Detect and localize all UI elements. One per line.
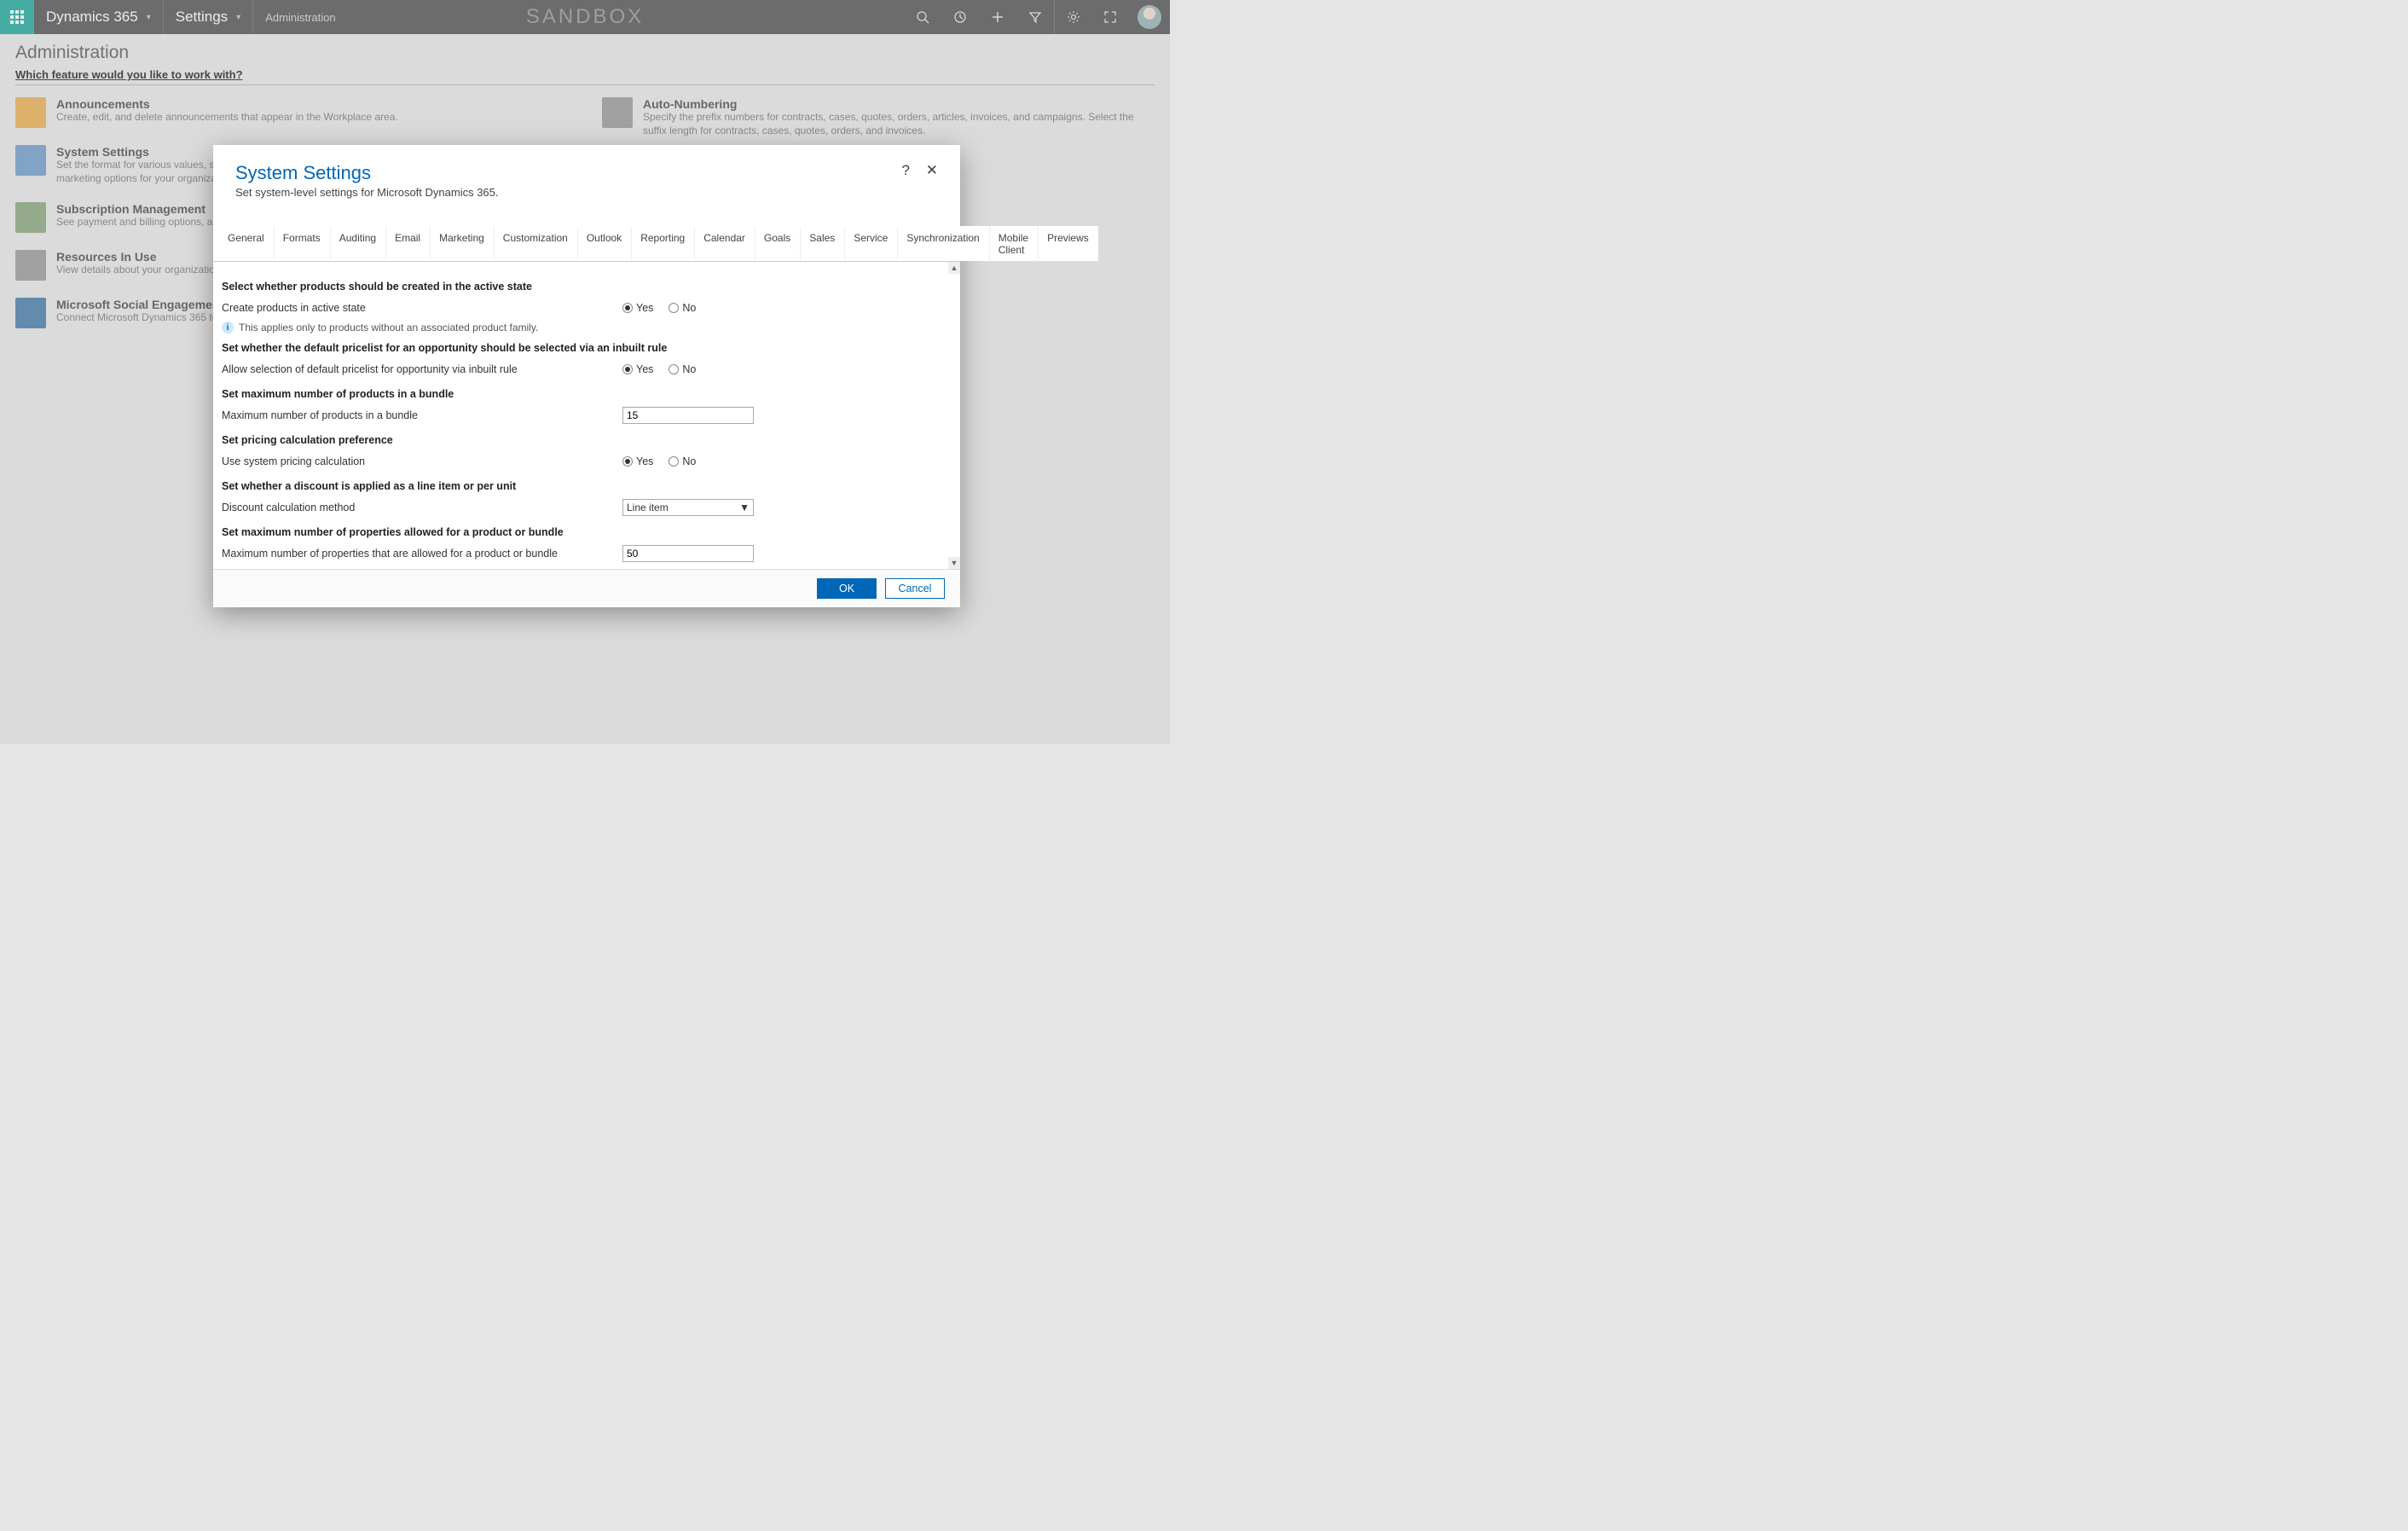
max-properties-input[interactable] xyxy=(622,545,754,562)
radio-no[interactable]: No xyxy=(669,302,696,314)
dialog-tabs: GeneralFormatsAuditingEmailMarketingCust… xyxy=(213,226,960,262)
setting-label: Maximum number of products in a bundle xyxy=(222,409,622,421)
tab-email[interactable]: Email xyxy=(385,226,430,261)
scroll-up[interactable]: ▲ xyxy=(948,262,960,274)
dialog-scroll[interactable]: Select whether products should be create… xyxy=(213,262,948,569)
tab-previews[interactable]: Previews xyxy=(1038,226,1098,261)
tab-goals[interactable]: Goals xyxy=(755,226,800,261)
setting-label: Discount calculation method xyxy=(222,502,622,513)
tab-service[interactable]: Service xyxy=(844,226,897,261)
radio-no[interactable]: No xyxy=(669,363,696,375)
ok-button[interactable]: OK xyxy=(817,578,877,599)
tab-calendar[interactable]: Calendar xyxy=(694,226,755,261)
dialog-header: System Settings Set system-level setting… xyxy=(213,145,960,211)
dialog-body: ▲ Select whether products should be crea… xyxy=(213,262,960,569)
tab-outlook[interactable]: Outlook xyxy=(577,226,631,261)
section-heading: Set pricing calculation preference xyxy=(222,434,940,446)
tab-auditing[interactable]: Auditing xyxy=(330,226,385,261)
radio-no[interactable]: No xyxy=(669,455,696,467)
system-settings-dialog: System Settings Set system-level setting… xyxy=(213,145,960,607)
tab-formats[interactable]: Formats xyxy=(274,226,330,261)
discount-method-select[interactable]: Line item ▼ xyxy=(622,499,754,516)
section-heading: Set maximum number of properties allowed… xyxy=(222,526,940,538)
cancel-button[interactable]: Cancel xyxy=(885,578,945,599)
dialog-footer: OK Cancel xyxy=(213,569,960,607)
setting-label: Maximum number of properties that are al… xyxy=(222,548,622,560)
radio-yes[interactable]: Yes xyxy=(622,302,653,314)
section-heading: Set whether a discount is applied as a l… xyxy=(222,480,940,492)
max-products-input[interactable] xyxy=(622,407,754,424)
dialog-title: System Settings xyxy=(235,162,890,184)
tab-customization[interactable]: Customization xyxy=(494,226,577,261)
scroll-down[interactable]: ▼ xyxy=(948,557,960,569)
tab-reporting[interactable]: Reporting xyxy=(631,226,694,261)
radio-yes[interactable]: Yes xyxy=(622,455,653,467)
info-note: i This applies only to products without … xyxy=(222,322,940,333)
tab-general[interactable]: General xyxy=(218,226,274,261)
dialog-subtitle: Set system-level settings for Microsoft … xyxy=(235,186,890,199)
tab-sales[interactable]: Sales xyxy=(800,226,844,261)
section-heading: Set whether the default pricelist for an… xyxy=(222,342,940,354)
tab-synchronization[interactable]: Synchronization xyxy=(897,226,988,261)
setting-label: Allow selection of default pricelist for… xyxy=(222,363,622,375)
setting-label: Use system pricing calculation xyxy=(222,455,622,467)
section-heading: Select whether products should be create… xyxy=(222,281,940,293)
help-icon[interactable]: ? xyxy=(902,162,910,178)
radio-yes[interactable]: Yes xyxy=(622,363,653,375)
tab-marketing[interactable]: Marketing xyxy=(430,226,494,261)
chevron-down-icon: ▼ xyxy=(739,502,750,513)
info-icon: i xyxy=(222,322,234,333)
tab-mobile-client[interactable]: Mobile Client xyxy=(989,226,1038,261)
close-icon[interactable]: ✕ xyxy=(926,162,938,178)
setting-label: Create products in active state xyxy=(222,302,622,314)
section-heading: Set maximum number of products in a bund… xyxy=(222,388,940,400)
